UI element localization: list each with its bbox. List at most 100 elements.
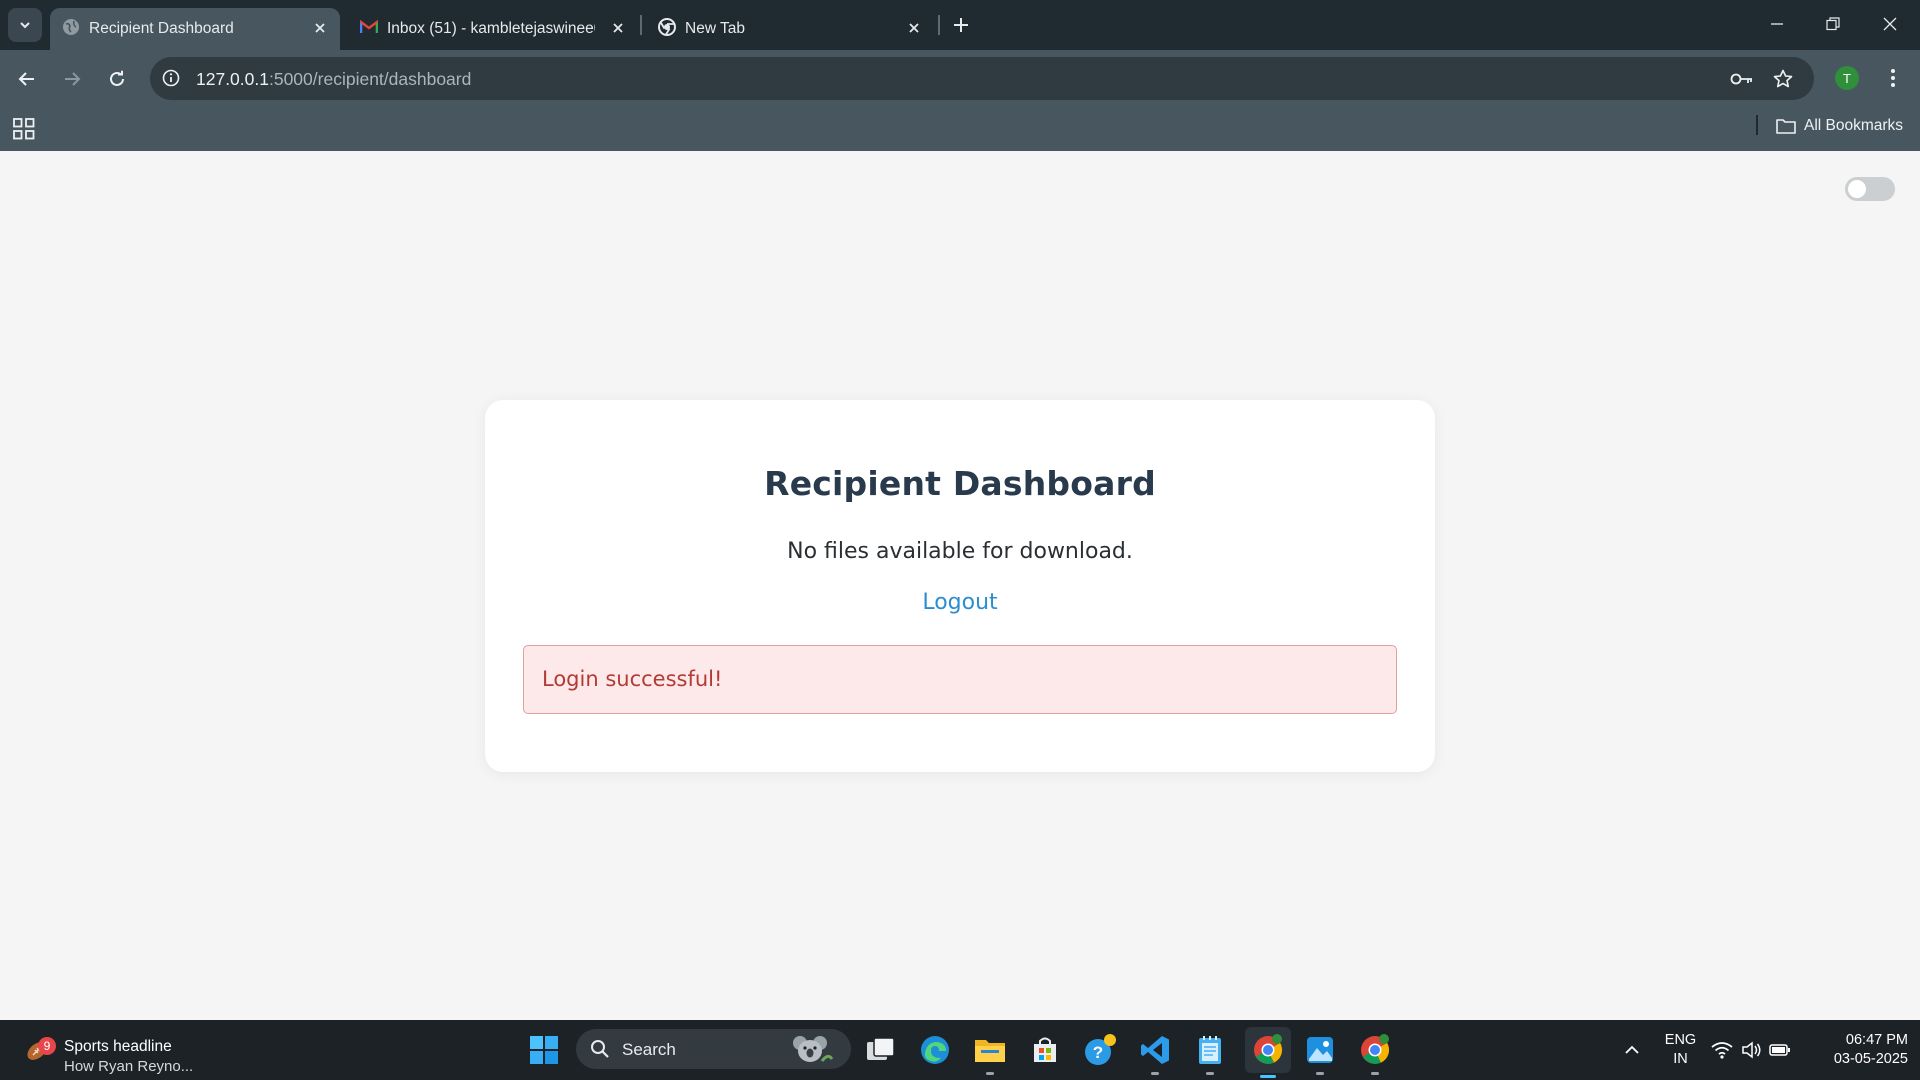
empty-files-message: No files available for download. [787,539,1133,564]
edge-icon [921,1036,949,1064]
taskbar-vscode[interactable] [1135,1030,1175,1075]
news-widget[interactable]: 9 Sports headline How Ryan Reyno... [18,1030,218,1075]
folder-icon [975,1040,1005,1062]
taskbar-photos[interactable] [1300,1030,1340,1075]
tab-new-tab[interactable]: New Tab [646,8,936,50]
url-host: 127.0.0.1 [196,69,269,89]
clock[interactable]: 06:47 PM 03-05-2025 [1808,1031,1908,1069]
browser-toolbar: 127.0.0.1:5000/recipient/dashboard T [0,50,1920,107]
koala-search-highlight-icon [793,1036,834,1062]
back-button[interactable] [10,62,44,96]
tab-title: Recipient Dashboard [89,20,234,37]
reload-icon [110,70,124,86]
notification-badge: 9 [38,1037,56,1055]
dashboard-card: Recipient Dashboard No files available f… [485,400,1435,772]
all-bookmarks-label: All Bookmarks [1804,117,1904,134]
page-content: Recipient Dashboard No files available f… [0,151,1920,1020]
windows-taskbar: 9 Sports headline How Ryan Reyno... Sear… [0,1020,1920,1080]
photos-icon [1307,1037,1333,1063]
running-indicator [1371,1072,1379,1075]
tab-search-button[interactable] [8,8,42,42]
language-code: ENG [1664,1032,1697,1048]
arrow-left-icon [18,72,34,86]
bookmarks-divider [1756,115,1758,135]
site-info-icon[interactable] [160,67,182,89]
running-indicator [1151,1072,1159,1075]
restore-icon [1826,17,1840,31]
password-key-icon[interactable] [1730,67,1754,91]
browser-menu-button[interactable] [1881,63,1905,93]
profile-avatar[interactable]: T [1835,66,1859,90]
widget-subtitle: How Ryan Reyno... [64,1058,194,1075]
theme-toggle[interactable] [1845,177,1895,201]
gmail-icon [360,18,378,36]
close-icon[interactable] [903,17,925,39]
windows-logo-icon [530,1036,558,1064]
taskbar-notepad[interactable] [1190,1030,1230,1075]
running-indicator [1316,1072,1324,1075]
running-indicator [1206,1072,1214,1075]
plus-icon [954,18,968,32]
restore-button[interactable] [1813,8,1853,40]
globe-icon [62,18,80,36]
taskbar-search[interactable]: Search [576,1029,851,1069]
minimize-button[interactable] [1757,8,1797,40]
flash-alert: Login successful! [523,645,1397,714]
clock-time: 06:47 PM [1845,1032,1908,1048]
start-button[interactable] [524,1030,564,1070]
widget-title: Sports headline [64,1038,172,1055]
close-icon[interactable] [607,17,629,39]
arrow-right-icon [65,72,81,86]
svg-text:?: ? [1093,1043,1103,1062]
task-view-button[interactable] [861,1030,901,1070]
close-window-button[interactable] [1870,8,1910,40]
reload-button[interactable] [100,62,134,96]
tab-divider [640,15,642,35]
folder-icon [1776,119,1796,134]
vscode-icon [1141,1036,1169,1064]
tab-title: Inbox (51) - kambletejaswinee0 [387,20,595,37]
chevron-up-icon [1625,1045,1639,1054]
close-icon[interactable] [309,17,331,39]
region-code: IN [1673,1051,1688,1067]
taskbar-store[interactable] [1025,1030,1065,1070]
show-hidden-icons-button[interactable] [1612,1030,1652,1070]
battery-icon [1769,1044,1790,1056]
logout-link[interactable]: Logout [485,590,1435,615]
wifi-icon [1711,1042,1733,1059]
apps-grid-icon[interactable] [12,117,36,141]
taskbar-help[interactable]: ? [1080,1030,1120,1070]
language-indicator[interactable]: ENG IN [1658,1031,1703,1069]
chrome-icon [1254,1034,1283,1064]
running-indicator [986,1072,994,1075]
more-vertical-icon [1891,69,1895,87]
taskbar-file-explorer[interactable] [970,1030,1010,1075]
bookmarks-bar: All Bookmarks [0,107,1920,151]
all-bookmarks-button[interactable]: All Bookmarks [1776,114,1903,138]
forward-button[interactable] [55,62,89,96]
taskbar-edge[interactable] [915,1030,955,1070]
chevron-down-icon [20,22,30,29]
notepad-icon [1199,1036,1221,1064]
new-tab-button[interactable] [948,12,974,38]
tab-inbox[interactable]: Inbox (51) - kambletejaswinee0 [348,8,638,50]
chrome-icon [658,18,676,36]
running-indicator [1260,1075,1276,1078]
url-text[interactable]: 127.0.0.1:5000/recipient/dashboard [196,69,471,90]
close-icon [1883,17,1897,31]
url-path: :5000/recipient/dashboard [268,69,472,89]
task-view-icon [867,1037,895,1060]
taskbar-chrome-profile-2[interactable] [1355,1030,1395,1075]
tab-divider [938,15,940,35]
star-icon[interactable] [1771,67,1795,91]
taskbar-chrome-profile-1[interactable] [1245,1027,1291,1078]
chrome-icon [1361,1034,1390,1064]
quick-settings-button[interactable] [1706,1030,1796,1070]
tab-recipient-dashboard[interactable]: Recipient Dashboard [50,8,340,50]
minimize-icon [1771,23,1783,25]
volume-icon [1742,1041,1761,1059]
search-label: Search [622,1040,676,1059]
help-icon: ? [1085,1034,1116,1065]
address-bar[interactable]: 127.0.0.1:5000/recipient/dashboard [150,57,1814,100]
tab-title: New Tab [685,20,746,37]
